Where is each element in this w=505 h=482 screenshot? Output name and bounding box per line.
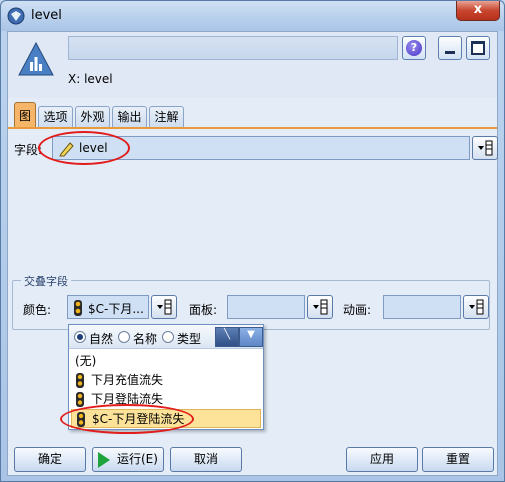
tab-appearance[interactable]: 外观 <box>75 106 110 128</box>
tab-underline <box>8 127 497 129</box>
node-name-field[interactable] <box>68 36 398 60</box>
color-field-dropdown: 自然 名称 类型 ╲ ▼ (无) 下月充值流失 下月登陆流失 $C-下月登陆流失 <box>68 324 264 430</box>
minimize-button[interactable] <box>438 36 462 60</box>
help-button[interactable]: ? <box>402 36 426 60</box>
field-row: 字段: level <box>12 136 498 160</box>
ok-button[interactable]: 确定 <box>14 447 86 472</box>
tab-plot[interactable]: 图 <box>14 102 36 129</box>
panel-field-selector[interactable] <box>227 295 305 319</box>
color-field-value: $C-下月... <box>88 302 144 316</box>
node-header: X: level ? <box>8 32 497 98</box>
sort-descending-icon: ▼ <box>247 329 255 340</box>
list-item-label: 下月充值流失 <box>91 373 164 387</box>
color-label: 颜色: <box>23 303 52 317</box>
sort-descending-button[interactable]: ▼ <box>239 327 263 347</box>
sort-name-label: 名称 <box>133 332 158 346</box>
flag-field-icon <box>77 412 85 427</box>
radio-dot <box>162 331 174 343</box>
run-button[interactable]: 运行(E) <box>92 447 164 472</box>
distribution-node-icon <box>18 42 54 76</box>
window-title: level <box>31 8 62 23</box>
animation-field-selector[interactable] <box>383 295 461 319</box>
maximize-button[interactable] <box>466 36 490 60</box>
play-icon <box>98 452 110 468</box>
field-picker-icon <box>478 140 493 156</box>
overlay-legend: 交叠字段 <box>21 273 71 289</box>
help-icon: ? <box>406 40 422 56</box>
radio-dot <box>118 331 130 343</box>
tab-output[interactable]: 输出 <box>112 106 147 128</box>
animation-label: 动画: <box>343 303 372 317</box>
list-item-label: $C-下月登陆流失 <box>92 412 185 426</box>
overlay-fields-group: 交叠字段 颜色: $C-下月... 面板: 动画: <box>12 273 490 330</box>
sort-ascending-button[interactable]: ╲ <box>215 327 239 347</box>
minimize-icon <box>445 51 455 54</box>
flag-field-icon <box>76 373 84 388</box>
reset-button[interactable]: 重置 <box>422 447 494 472</box>
field-picker-icon <box>313 299 328 315</box>
field-picker-icon <box>469 299 484 315</box>
field-selector[interactable]: level <box>52 136 470 160</box>
animation-field-picker-button[interactable] <box>463 295 489 319</box>
maximize-icon <box>471 41 485 55</box>
dialog-client: X: level ? 图 选项 外观 输出 注解 字段: level 交叠字段 … <box>7 31 498 476</box>
sort-options-bar: 自然 名称 类型 ╲ ▼ <box>69 325 263 349</box>
radio-dot <box>74 331 86 343</box>
list-item[interactable]: 下月登陆流失 <box>71 390 261 409</box>
app-logo-icon <box>7 7 25 25</box>
run-button-label: 运行(E) <box>117 452 158 466</box>
tab-annotations[interactable]: 注解 <box>149 106 184 128</box>
sort-type-label: 类型 <box>177 332 202 346</box>
list-item-selected[interactable]: $C-下月登陆流失 <box>71 409 261 428</box>
node-caption: X: level <box>68 72 113 86</box>
flag-field-icon <box>74 300 82 316</box>
tab-options[interactable]: 选项 <box>38 106 73 128</box>
cancel-button[interactable]: 取消 <box>170 447 242 472</box>
dialog-window: level x X: level ? 图 选项 外观 输出 注解 字段: lev… <box>0 0 505 482</box>
title-bar[interactable]: level x <box>1 1 504 31</box>
apply-button[interactable]: 应用 <box>346 447 418 472</box>
color-field-picker-button[interactable] <box>151 295 177 319</box>
panel-label: 面板: <box>189 303 218 317</box>
field-picker-button[interactable] <box>472 136 498 160</box>
field-picker-icon <box>157 299 172 315</box>
panel-field-picker-button[interactable] <box>307 295 333 319</box>
flag-field-icon <box>76 392 84 407</box>
continuous-field-icon <box>59 142 74 157</box>
sort-natural-label: 自然 <box>89 332 114 346</box>
list-item-label: 下月登陆流失 <box>91 392 164 406</box>
close-button[interactable]: x <box>456 1 500 21</box>
list-item-label: (无) <box>75 354 97 368</box>
field-label: 字段: <box>14 143 43 157</box>
color-field-selector[interactable]: $C-下月... <box>67 295 149 319</box>
sort-ascending-icon: ╲ <box>223 329 231 340</box>
list-item[interactable]: 下月充值流失 <box>71 371 261 390</box>
field-value: level <box>79 141 108 155</box>
list-item-none[interactable]: (无) <box>71 352 261 371</box>
